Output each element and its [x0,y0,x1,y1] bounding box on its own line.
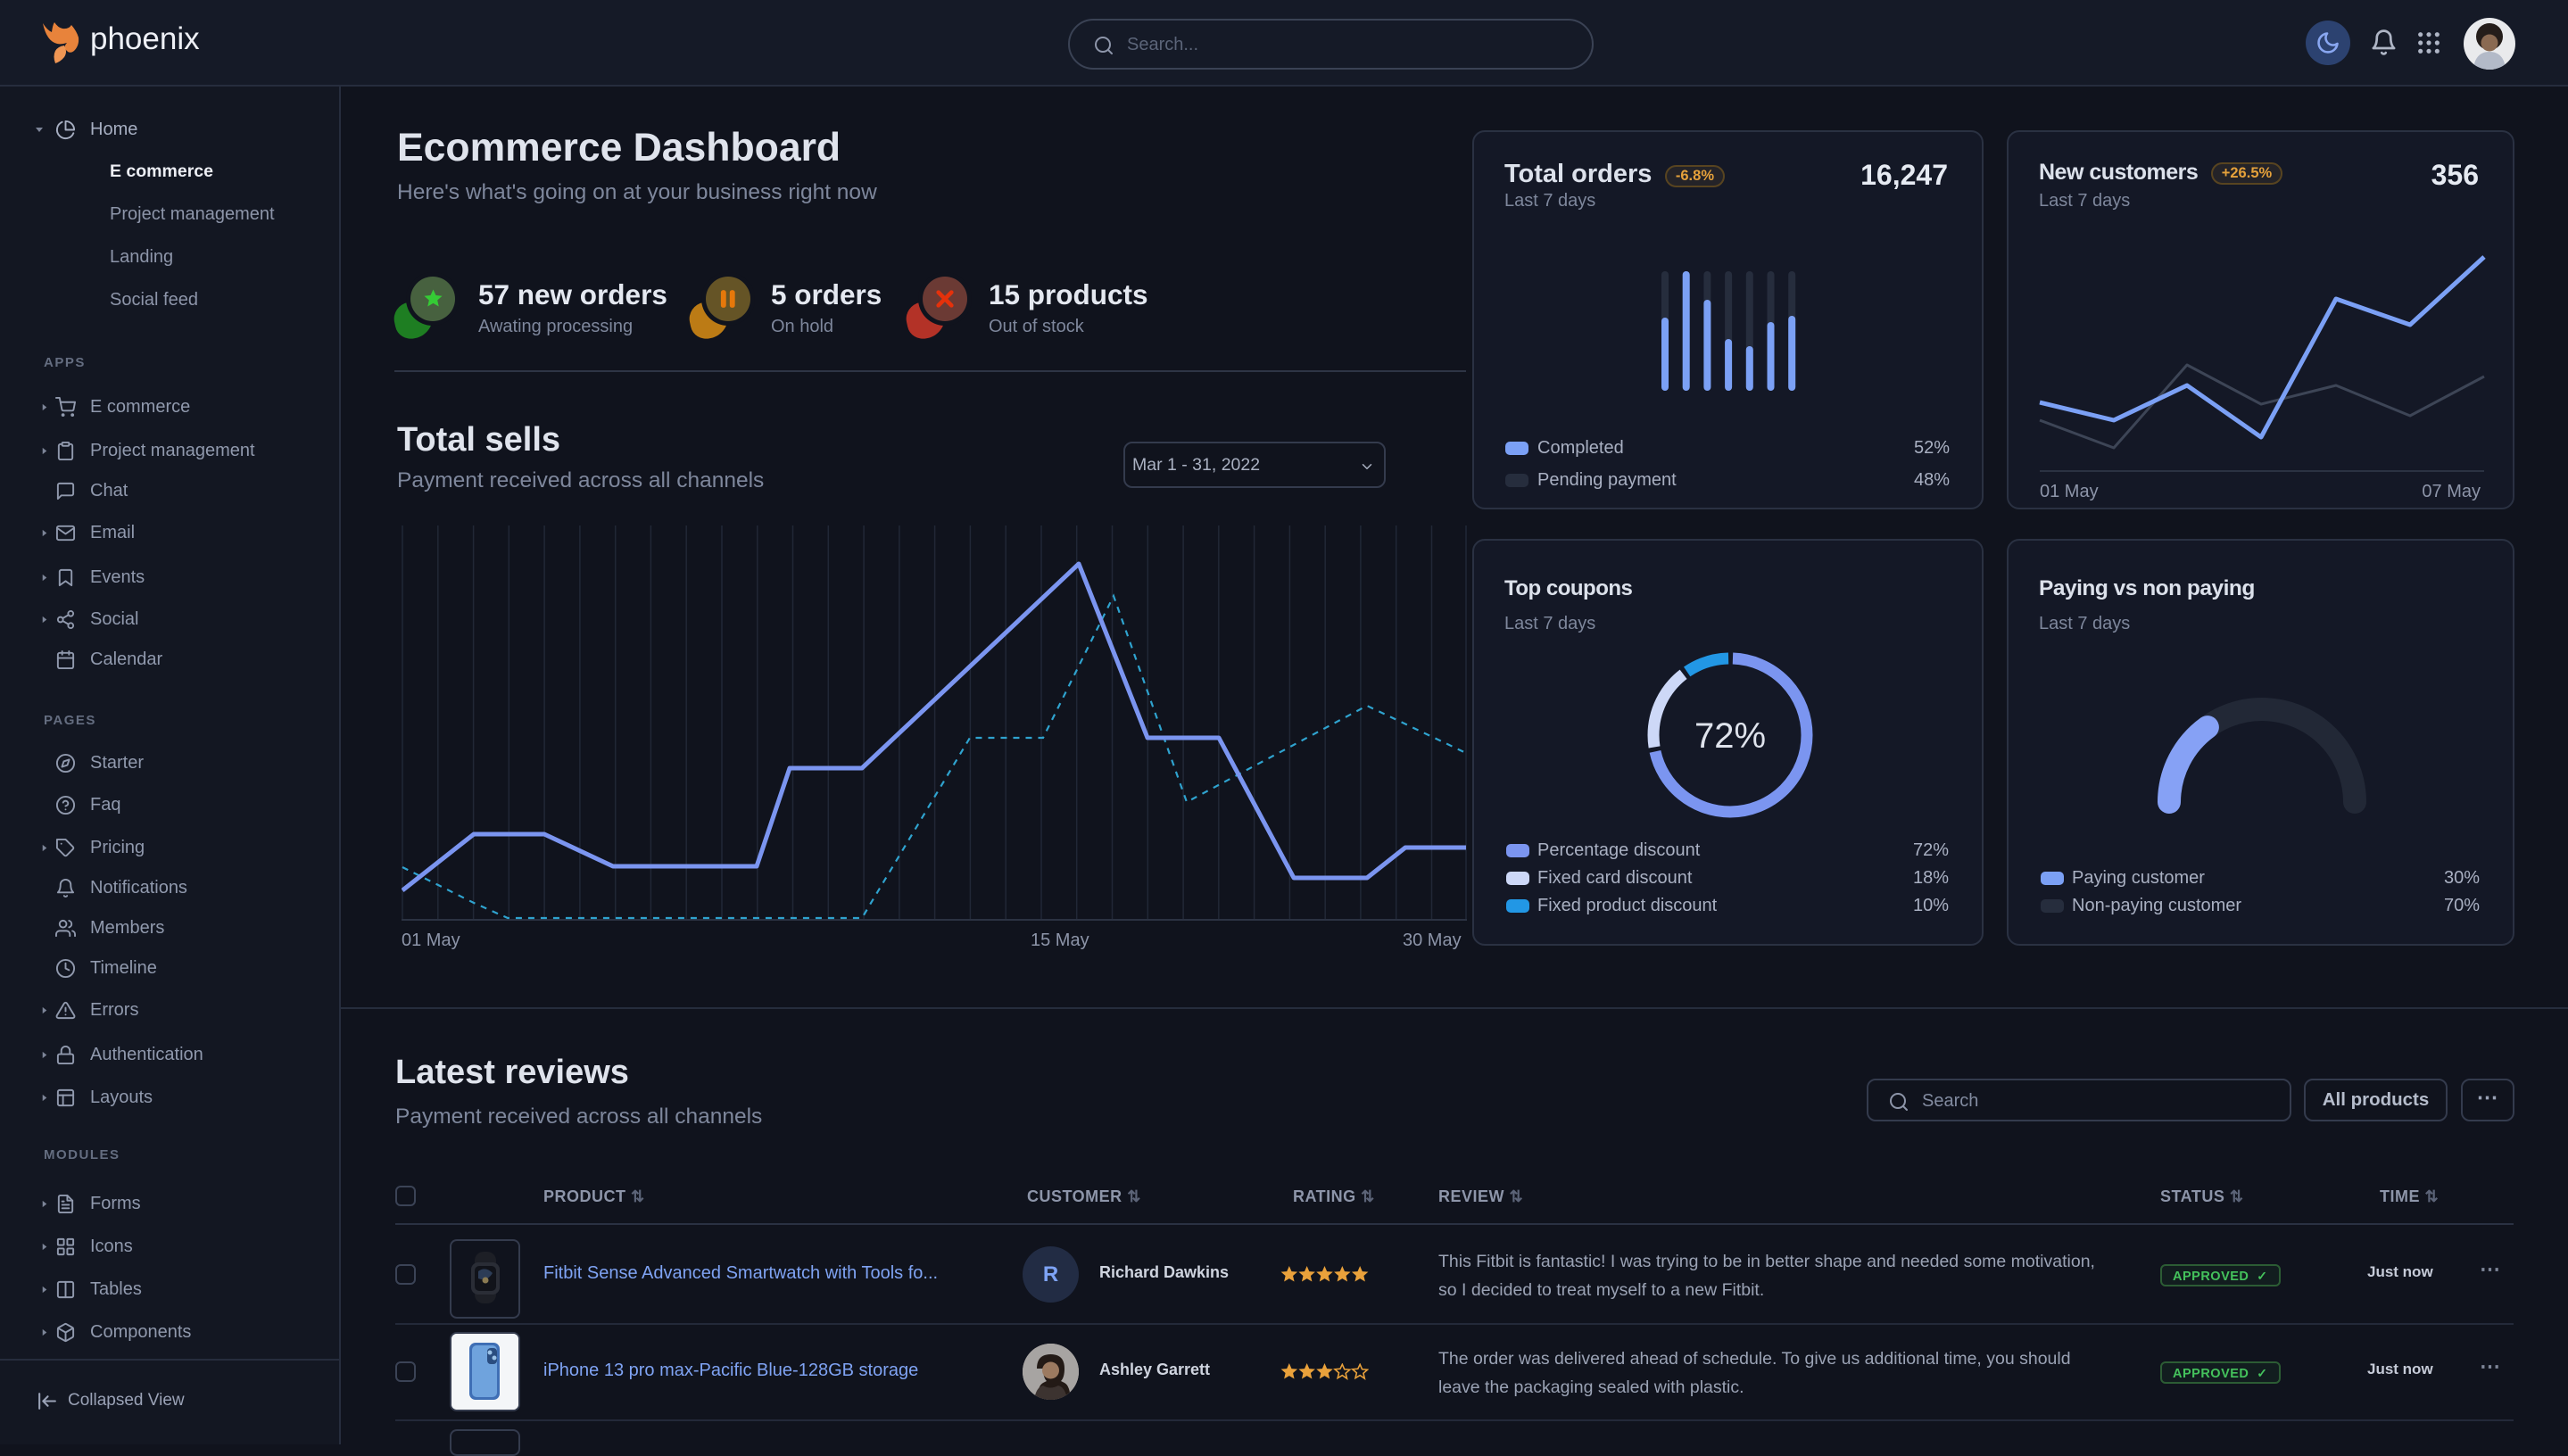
svg-text:72%: 72% [1694,716,1766,756]
